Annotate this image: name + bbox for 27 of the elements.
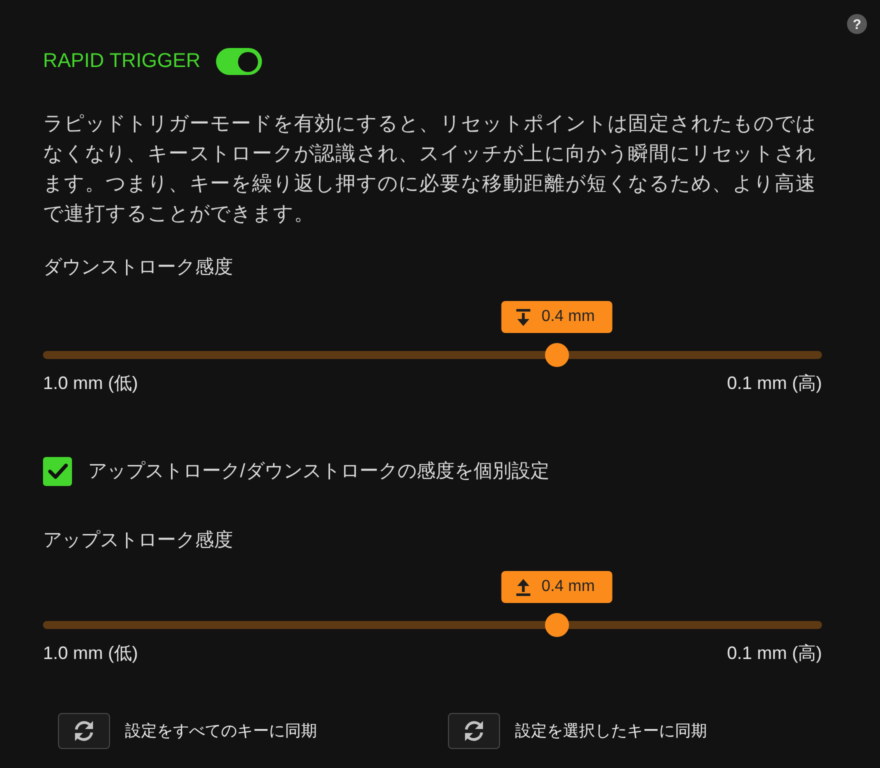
sync-label: 設定をすべてのキーに同期 [125, 722, 317, 742]
max-label: 0.1 mm (高) [726, 372, 822, 395]
slider-value: 0.4 mm [541, 578, 595, 596]
toggle-switch[interactable] [216, 48, 262, 75]
refresh-icon [72, 719, 96, 743]
arrow-down-to-bar-icon [515, 308, 532, 326]
description-text: ラピッドトリガーモードを有効にすると、リセットポイントは固定されたものではなくなり、キーストロークが認識され、スイッチが上に向かう瞬間にリセットされます。つまり、キーを繰り返し押すのに必要な移動距離が短くなるため、より高速で連打することができます。 [43, 112, 818, 227]
slider-thumb[interactable] [545, 343, 570, 367]
slider-label: ダウンストローク感度 [43, 256, 234, 280]
slider-label: アップストローク感度 [43, 529, 234, 553]
slider-value: 0.4 mm [541, 308, 595, 326]
arrow-up-from-bar-icon [515, 578, 532, 596]
slider-track[interactable] [43, 613, 822, 637]
check-icon [48, 463, 68, 479]
min-label: 1.0 mm (低) [43, 372, 138, 395]
max-label: 0.1 mm (高) [726, 642, 822, 665]
sync-label: 設定を選択したキーに同期 [515, 722, 707, 742]
slider-track[interactable] [43, 343, 822, 367]
slider-thumb[interactable] [545, 613, 570, 637]
checkbox-label: アップストローク/ダウンストロークの感度を個別設定 [88, 460, 550, 484]
refresh-icon [462, 719, 486, 743]
sync-button[interactable] [58, 713, 110, 749]
section-title: RAPID TRIGGER [43, 49, 200, 74]
help-button[interactable]: ? [847, 14, 867, 34]
min-label: 1.0 mm (低) [43, 642, 138, 665]
sync-button[interactable] [448, 713, 500, 749]
checkbox[interactable] [43, 456, 72, 486]
